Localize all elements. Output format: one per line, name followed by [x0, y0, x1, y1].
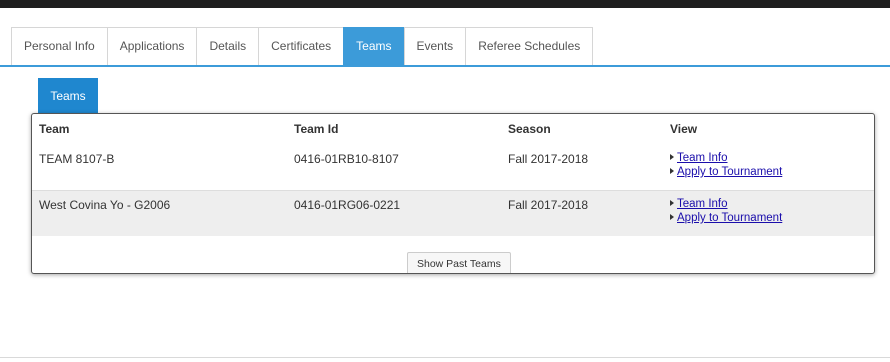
tab-events[interactable]: Events [403, 27, 467, 65]
header-view: View [670, 122, 698, 136]
team-id: 0416-01RB10-8107 [294, 152, 399, 166]
table-row: West Covina Yo - G2006 0416-01RG06-0221 … [32, 190, 874, 236]
tab-personal-info[interactable]: Personal Info [11, 27, 108, 65]
bullet-arrow-icon [670, 214, 674, 220]
table-row: TEAM 8107-B 0416-01RB10-8107 Fall 2017-2… [32, 145, 874, 190]
teams-section-tab[interactable]: Teams [38, 78, 98, 114]
team-info-link-line: Team Info [670, 197, 782, 211]
tab-certificates[interactable]: Certificates [258, 27, 345, 65]
apply-link-line: Apply to Tournament [670, 211, 782, 225]
tab-details[interactable]: Details [196, 27, 260, 65]
team-info-link[interactable]: Team Info [677, 152, 728, 164]
teams-panel: Team Team Id Season View TEAM 8107-B 041… [31, 113, 875, 274]
tab-teams[interactable]: Teams [343, 27, 405, 65]
header-team-id: Team Id [294, 122, 339, 136]
divider [0, 357, 890, 358]
header-season: Season [508, 122, 551, 136]
team-name: TEAM 8107-B [39, 152, 115, 166]
team-name: West Covina Yo - G2006 [39, 198, 171, 212]
bullet-arrow-icon [670, 200, 674, 206]
team-info-link[interactable]: Team Info [677, 198, 728, 210]
show-past-teams-button[interactable]: Show Past Teams [407, 252, 511, 273]
bullet-arrow-icon [670, 154, 674, 160]
team-season: Fall 2017-2018 [508, 152, 589, 166]
bullet-arrow-icon [670, 168, 674, 174]
top-bar [0, 0, 890, 8]
tab-referee-schedules[interactable]: Referee Schedules [465, 27, 594, 65]
team-season: Fall 2017-2018 [508, 198, 589, 212]
tab-list: Personal Info Applications Details Certi… [11, 27, 594, 65]
header-team: Team [39, 122, 70, 136]
apply-link-line: Apply to Tournament [670, 165, 782, 179]
table-header: Team Team Id Season View [32, 114, 874, 146]
team-id: 0416-01RG06-0221 [294, 198, 401, 212]
tab-applications[interactable]: Applications [106, 27, 198, 65]
view-links: Team Info Apply to Tournament [670, 197, 782, 225]
team-info-link-line: Team Info [670, 151, 782, 165]
page: Personal Info Applications Details Certi… [0, 0, 890, 362]
apply-to-tournament-link[interactable]: Apply to Tournament [677, 166, 782, 178]
apply-to-tournament-link[interactable]: Apply to Tournament [677, 212, 782, 224]
view-links: Team Info Apply to Tournament [670, 151, 782, 179]
tab-strip: Personal Info Applications Details Certi… [0, 27, 890, 67]
panel-footer: Show Past Teams [32, 235, 874, 273]
